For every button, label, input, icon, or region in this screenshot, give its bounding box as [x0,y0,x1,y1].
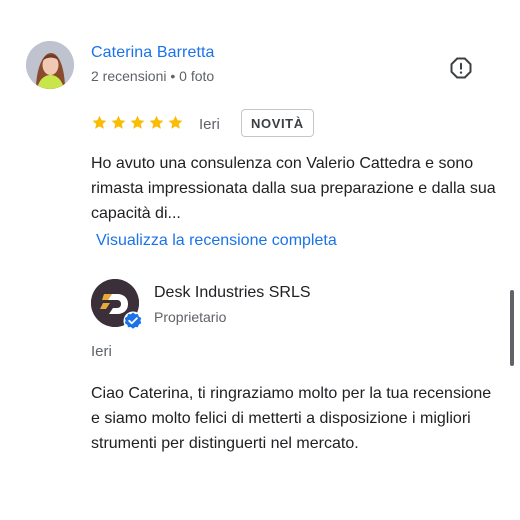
report-button[interactable] [449,56,473,80]
owner-name: Desk Industries SRLS [154,284,311,301]
reviewer-meta: 2 recensioni • 0 foto [91,68,215,84]
report-icon [450,57,472,79]
star-icon [111,115,126,129]
reviewer-avatar[interactable] [26,41,74,89]
star-rating [91,114,184,131]
new-badge: NOVITÀ [241,109,314,137]
star-icon [149,115,164,129]
review-date: Ieri [199,116,220,133]
star-icon [130,115,145,129]
star-icon [168,115,183,129]
reply-text: Ciao Caterina, ti ringraziamo molto per … [91,385,492,452]
owner-role: Proprietario [154,309,227,325]
reviewer-name[interactable]: Caterina Barretta [91,44,215,62]
reply-date: Ieri [91,343,112,360]
review-text: Ho avuto una consulenza con Valerio Catt… [91,155,496,222]
verified-check-icon [123,311,143,331]
scrollbar-thumb[interactable] [510,290,514,366]
star-icon [92,115,107,129]
view-full-review-link[interactable]: Visualizza la recensione completa [96,232,337,250]
